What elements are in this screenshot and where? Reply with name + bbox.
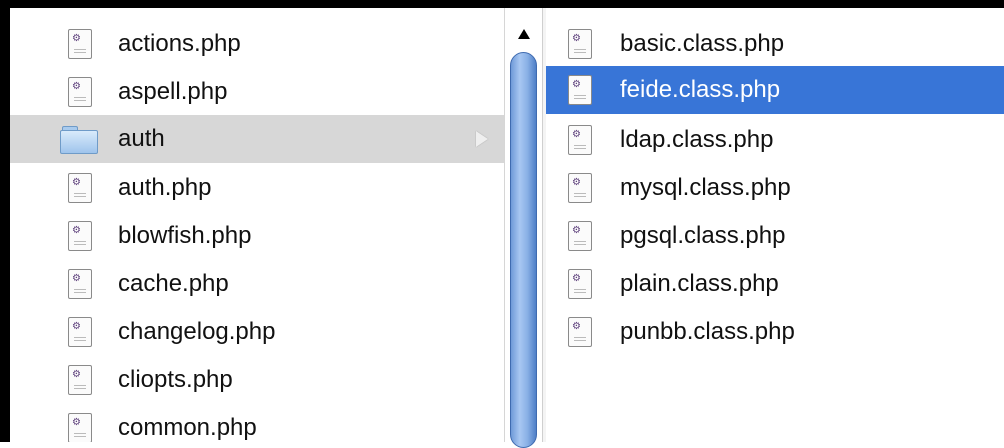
list-item[interactable]: ⚙ plain.class.php [546,260,1004,308]
list-item-label: aspell.php [118,78,228,105]
php-file-icon: ⚙ [68,29,92,59]
list-item[interactable]: ⚙ basic.class.php [546,20,1004,68]
list-item-label: changelog.php [118,318,276,345]
folder-icon [60,124,98,154]
list-item-label: auth.php [118,174,212,201]
scrollbar-thumb[interactable] [510,52,537,448]
php-file-icon: ⚙ [68,317,92,347]
scroll-up-button[interactable] [504,20,542,48]
php-file-icon: ⚙ [568,269,592,299]
list-item-label: pgsql.class.php [620,222,786,249]
php-file-icon: ⚙ [568,173,592,203]
php-file-icon: ⚙ [68,413,92,442]
window-edge-top [0,0,1004,8]
list-item[interactable]: ⚙ changelog.php [10,308,504,356]
php-file-icon: ⚙ [68,269,92,299]
list-item-label: feide.class.php [620,76,781,103]
arrow-up-icon [518,29,530,39]
list-item-label: actions.php [118,30,241,57]
list-item-label: auth [118,125,165,152]
php-file-icon: ⚙ [568,29,592,59]
list-item[interactable]: ⚙ punbb.class.php [546,308,1004,356]
list-item-label: basic.class.php [620,30,785,57]
php-file-icon: ⚙ [68,77,92,107]
finder-column-view: ⚙ actions.php ⚙ aspell.php auth ⚙ auth.p… [0,0,1004,448]
list-item-label: mysql.class.php [620,174,791,201]
list-item[interactable]: ⚙ auth.php [10,164,504,212]
list-item[interactable]: ⚙ pgsql.class.php [546,212,1004,260]
php-file-icon: ⚙ [568,125,592,155]
list-item-label: common.php [118,414,257,441]
disclosure-arrow-icon [476,131,488,147]
php-file-icon: ⚙ [568,75,592,105]
column-left[interactable]: ⚙ actions.php ⚙ aspell.php auth ⚙ auth.p… [10,8,504,442]
column-right[interactable]: ⚙ basic.class.php ⚙ feide.class.php ⚙ ld… [546,8,1004,442]
php-file-icon: ⚙ [68,221,92,251]
list-item[interactable]: ⚙ blowfish.php [10,212,504,260]
list-item[interactable]: ⚙ common.php [10,404,504,442]
php-file-icon: ⚙ [68,173,92,203]
list-item[interactable]: ⚙ actions.php [10,20,504,68]
folder-item-auth[interactable]: auth [10,115,504,163]
list-item[interactable]: ⚙ ldap.class.php [546,116,1004,164]
list-item-label: blowfish.php [118,222,252,249]
window-edge-left [0,0,10,442]
php-file-icon: ⚙ [568,317,592,347]
list-item-label: ldap.class.php [620,126,774,153]
list-item-label: cache.php [118,270,229,297]
list-item[interactable]: ⚙ cache.php [10,260,504,308]
list-item[interactable]: ⚙ cliopts.php [10,356,504,404]
php-file-icon: ⚙ [568,221,592,251]
list-item-label: cliopts.php [118,366,233,393]
list-item[interactable]: ⚙ aspell.php [10,68,504,116]
php-file-icon: ⚙ [68,365,92,395]
list-item-label: plain.class.php [620,270,779,297]
list-item-selected[interactable]: ⚙ feide.class.php [546,66,1004,114]
list-item[interactable]: ⚙ mysql.class.php [546,164,1004,212]
list-item-label: punbb.class.php [620,318,795,345]
